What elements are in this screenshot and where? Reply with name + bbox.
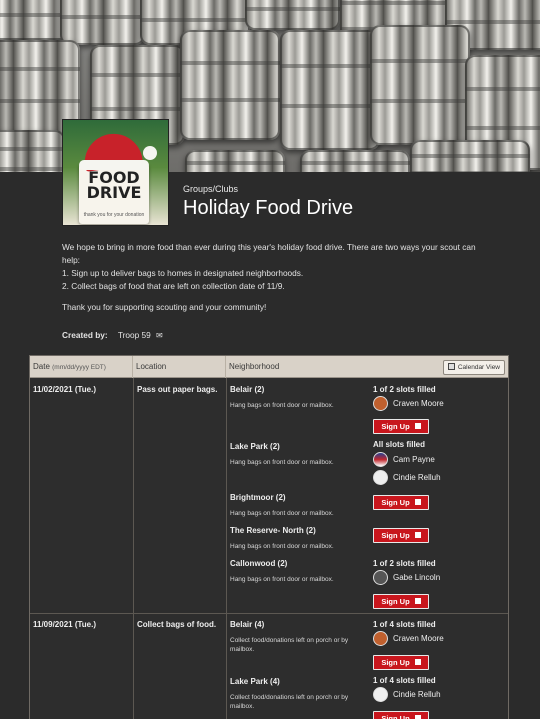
slot-description: Hang bags on front door or mailbox. bbox=[230, 459, 334, 466]
volunteer: Gabe Lincoln bbox=[373, 570, 440, 586]
slot-description: Hang bags on front door or mailbox. bbox=[230, 402, 334, 409]
square-icon bbox=[414, 423, 421, 429]
slot-status: All slots filled bbox=[373, 440, 426, 449]
slot-description: Collect food/donations left on porch or … bbox=[230, 637, 349, 653]
signup-table: Date (mm/dd/yyyy EDT) Location Neighborh… bbox=[29, 355, 509, 719]
slot-name: Lake Park (2) bbox=[230, 442, 280, 451]
avatar bbox=[373, 687, 388, 703]
sign-up-button[interactable]: Sign Up bbox=[373, 419, 429, 434]
square-icon bbox=[414, 499, 421, 505]
slot-description: Hang bags on front door or mailbox. bbox=[230, 510, 334, 517]
volunteer: Craven Moore bbox=[373, 396, 444, 412]
slot-status: 1 of 4 slots filled bbox=[373, 620, 436, 629]
food-drive-logo: FOOD DRIVE thank you for your donation bbox=[62, 119, 169, 226]
slot-status: 1 of 2 slots filled bbox=[373, 385, 436, 394]
slot-name: Brightmoor (2) bbox=[230, 493, 286, 502]
volunteer: Cindie Relluh bbox=[373, 470, 441, 486]
sign-up-button[interactable]: Sign Up bbox=[373, 655, 429, 670]
calendar-icon bbox=[447, 363, 455, 370]
table-header: Date (mm/dd/yyyy EDT) Location Neighborh… bbox=[30, 356, 508, 378]
calendar-view-button[interactable]: Calendar View bbox=[442, 360, 505, 375]
square-icon bbox=[414, 659, 421, 665]
slot-status: 1 of 4 slots filled bbox=[373, 676, 436, 685]
row-date: 11/09/2021 (Tue.) bbox=[33, 620, 96, 629]
volunteer: Cam Payne bbox=[373, 452, 435, 468]
slot-status: 1 of 2 slots filled bbox=[373, 559, 436, 568]
description-thanks: Thank you for supporting scouting and yo… bbox=[62, 302, 267, 312]
sign-up-button[interactable]: Sign Up bbox=[373, 495, 429, 510]
square-icon bbox=[414, 715, 421, 719]
slot-description: Collect food/donations left on porch or … bbox=[230, 694, 349, 710]
slot-name: The Reserve- North (2) bbox=[230, 526, 316, 535]
row-location: Collect bags of food. bbox=[137, 620, 217, 629]
avatar bbox=[373, 470, 388, 486]
row-date: 11/02/2021 (Tue.) bbox=[33, 385, 96, 394]
row-location: Pass out paper bags. bbox=[137, 385, 218, 394]
avatar bbox=[373, 570, 388, 586]
slot-description: Hang bags on front door or mailbox. bbox=[230, 543, 334, 550]
page-title: Holiday Food Drive bbox=[183, 197, 354, 219]
volunteer: Cindie Relluh bbox=[373, 687, 441, 703]
description: We hope to bring in more food than ever … bbox=[62, 241, 492, 322]
sign-up-button[interactable]: Sign Up bbox=[373, 594, 429, 609]
created-by-label: Created by: bbox=[62, 330, 108, 340]
description-item-1: 1. Sign up to deliver bags to homes in d… bbox=[62, 268, 304, 278]
volunteer: Craven Moore bbox=[373, 631, 444, 647]
slot-description: Hang bags on front door or mailbox. bbox=[230, 576, 334, 583]
square-icon bbox=[414, 532, 421, 538]
sign-up-button[interactable]: Sign Up bbox=[373, 711, 429, 719]
avatar bbox=[373, 452, 388, 468]
slot-name: Lake Park (4) bbox=[230, 677, 280, 686]
description-item-2: 2. Collect bags of food that are left on… bbox=[62, 281, 285, 291]
slot-name: Callonwood (2) bbox=[230, 559, 288, 568]
sign-up-button[interactable]: Sign Up bbox=[373, 528, 429, 543]
square-icon bbox=[414, 598, 421, 604]
category-label[interactable]: Groups/Clubs bbox=[183, 184, 238, 194]
column-header-location: Location bbox=[133, 356, 226, 378]
avatar bbox=[373, 396, 388, 412]
created-by: Created by: Troop 59 ✉ bbox=[62, 330, 163, 340]
avatar bbox=[373, 631, 388, 647]
logo-subtitle: thank you for your donation bbox=[83, 212, 145, 218]
slot-name: Belair (2) bbox=[230, 385, 265, 394]
slot-name: Belair (4) bbox=[230, 620, 265, 629]
date-format-hint: (mm/dd/yyyy EDT) bbox=[52, 364, 106, 371]
logo-can-icon: FOOD DRIVE thank you for your donation bbox=[79, 164, 149, 224]
description-intro: We hope to bring in more food than ever … bbox=[62, 242, 476, 265]
logo-title-line2: DRIVE bbox=[86, 183, 142, 202]
column-header-date: Date (mm/dd/yyyy EDT) bbox=[30, 356, 133, 378]
created-by-value: Troop 59 bbox=[117, 330, 151, 340]
envelope-icon[interactable]: ✉ bbox=[156, 331, 163, 340]
